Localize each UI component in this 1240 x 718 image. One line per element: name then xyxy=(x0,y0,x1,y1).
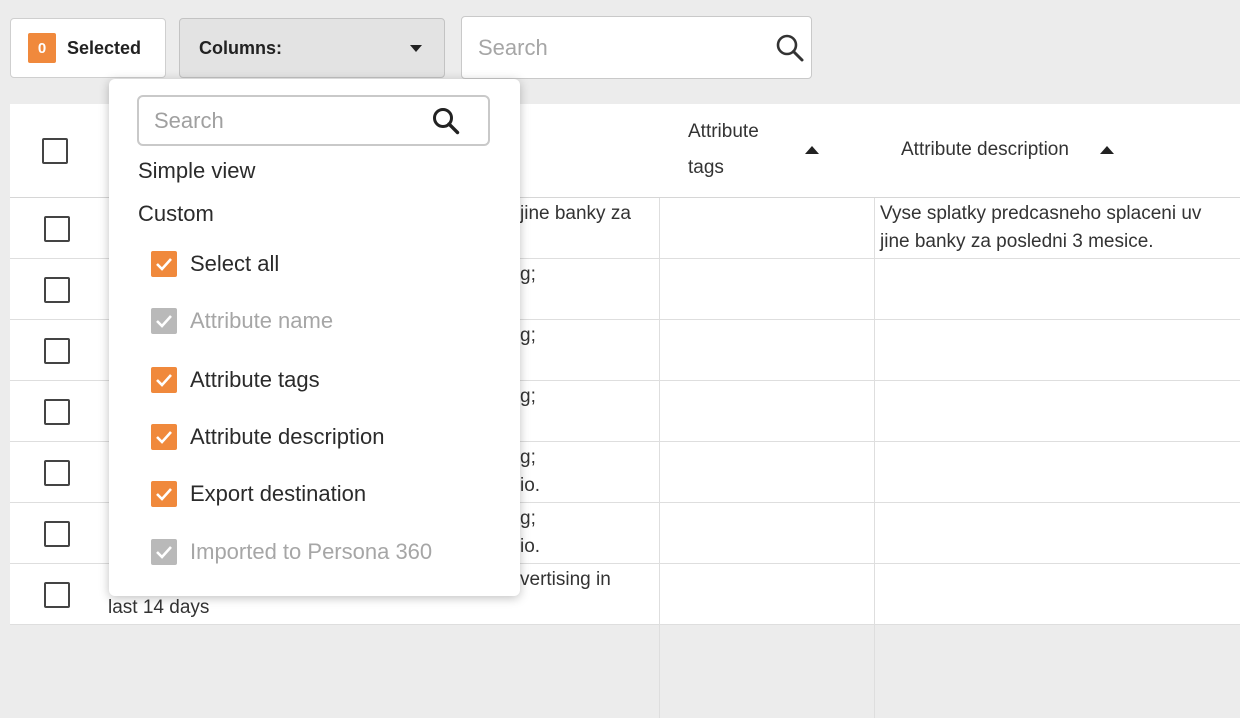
columns-dropdown-menu: Simple view Custom Select all Attribute … xyxy=(109,79,520,596)
selected-label: Selected xyxy=(67,37,142,58)
column-option-imported-to-persona: Imported to Persona 360 xyxy=(151,537,432,567)
attribute-name-cell: vertising in xyxy=(520,569,611,590)
attribute-name-cell: g; xyxy=(520,386,536,407)
columns-label: Columns: xyxy=(199,37,282,58)
attribute-name-cell: g; xyxy=(520,508,536,529)
attribute-name-cell: g; xyxy=(520,447,536,468)
attribute-name-cell: io. xyxy=(520,475,541,496)
search-icon[interactable] xyxy=(775,33,805,63)
column-divider xyxy=(874,198,875,718)
selected-button[interactable]: 0 Selected xyxy=(10,18,166,78)
checkbox-checked-icon[interactable] xyxy=(151,251,177,277)
row-checkbox[interactable] xyxy=(44,460,70,486)
column-header-tags-line2[interactable]: tags xyxy=(688,150,724,186)
attribute-name-cell: io. xyxy=(520,536,541,557)
checkbox-checked-disabled-icon xyxy=(151,539,177,565)
row-checkbox[interactable] xyxy=(44,582,70,608)
checkbox-checked-disabled-icon xyxy=(151,308,177,334)
column-option-label: Imported to Persona 360 xyxy=(190,539,433,564)
attribute-name-cell: g; xyxy=(520,325,536,346)
column-option-attribute-description[interactable]: Attribute description xyxy=(151,422,384,452)
column-divider xyxy=(659,198,660,718)
attribute-name-cell: jine banky za xyxy=(520,203,631,224)
chevron-down-icon xyxy=(410,44,422,52)
column-option-attribute-name: Attribute name xyxy=(151,306,333,336)
columns-dropdown-button[interactable]: Columns: xyxy=(179,18,445,78)
column-option-select-all[interactable]: Select all xyxy=(151,249,279,279)
column-option-label: Export destination xyxy=(190,481,367,506)
column-option-export-destination[interactable]: Export destination xyxy=(151,479,366,509)
attribute-description-cell: jine banky za posledni 3 mesice. xyxy=(880,231,1154,252)
checkbox-checked-icon[interactable] xyxy=(151,367,177,393)
table-search-input[interactable] xyxy=(476,17,766,78)
column-header-description[interactable]: Attribute description xyxy=(901,132,1069,168)
column-option-label: Attribute tags xyxy=(190,367,320,392)
column-header-tags-line1[interactable]: Attribute xyxy=(688,114,759,150)
columns-search-input[interactable] xyxy=(152,97,422,144)
checkbox-checked-icon[interactable] xyxy=(151,424,177,450)
row-checkbox[interactable] xyxy=(44,338,70,364)
sort-asc-icon[interactable] xyxy=(1100,146,1114,154)
column-option-label: Attribute description xyxy=(190,424,385,449)
columns-search xyxy=(137,95,490,146)
column-option-label: Select all xyxy=(190,251,280,276)
custom-view-option[interactable]: Custom xyxy=(138,201,214,227)
table-search xyxy=(461,16,812,79)
search-icon[interactable] xyxy=(432,107,460,135)
checkbox-checked-icon[interactable] xyxy=(151,481,177,507)
row-checkbox[interactable] xyxy=(44,277,70,303)
simple-view-option[interactable]: Simple view xyxy=(138,158,255,184)
sort-asc-icon[interactable] xyxy=(805,146,819,154)
row-checkbox[interactable] xyxy=(44,399,70,425)
select-all-rows-checkbox[interactable] xyxy=(42,138,68,164)
row-checkbox[interactable] xyxy=(44,216,70,242)
column-option-label: Attribute name xyxy=(190,308,334,333)
attribute-name-cell: g; xyxy=(520,264,536,285)
column-option-attribute-tags[interactable]: Attribute tags xyxy=(151,365,320,395)
attribute-name-cell: last 14 days xyxy=(108,597,210,618)
row-checkbox[interactable] xyxy=(44,521,70,547)
selected-count-badge: 0 xyxy=(28,33,56,63)
attribute-description-cell: Vyse splatky predcasneho splaceni uv xyxy=(880,203,1202,224)
